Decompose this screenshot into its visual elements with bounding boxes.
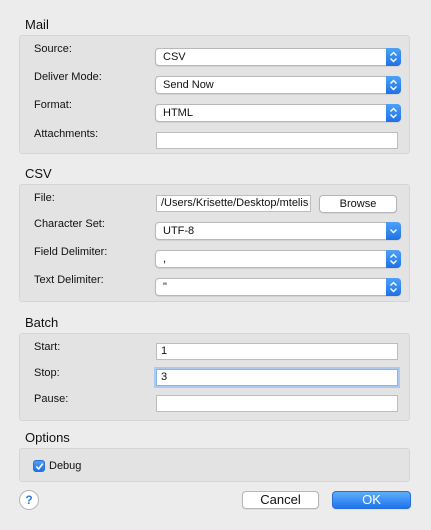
checkmark-icon (35, 463, 44, 471)
section-title-batch: Batch (25, 315, 59, 330)
character-set-select-value: UTF-8 (163, 225, 195, 237)
chevron-down-icon (386, 222, 401, 240)
start-field[interactable]: 1 (156, 343, 398, 360)
deliver-mode-select-value: Send Now (163, 79, 214, 91)
field-delimiter-select[interactable]: , (155, 250, 401, 268)
pause-label: Pause: (34, 393, 69, 405)
format-label: Format: (34, 99, 72, 111)
section-title-options: Options (25, 430, 70, 445)
source-select-value: CSV (163, 51, 186, 63)
file-path-field[interactable]: /Users/Krisette/Desktop/mtelis (156, 195, 311, 212)
deliver-mode-select[interactable]: Send Now (155, 76, 401, 94)
question-mark-icon: ? (25, 493, 33, 507)
browse-button[interactable]: Browse (319, 195, 397, 213)
source-select[interactable]: CSV (155, 48, 401, 66)
character-set-select[interactable]: UTF-8 (155, 222, 401, 240)
up-down-chevron-icon (386, 104, 401, 122)
up-down-chevron-icon (386, 278, 401, 296)
attachments-field[interactable] (156, 132, 398, 149)
source-label: Source: (34, 43, 72, 55)
format-select-value: HTML (163, 107, 193, 119)
file-label: File: (34, 192, 55, 204)
text-delimiter-label: Text Delimiter: (34, 274, 104, 286)
pause-field[interactable] (156, 395, 398, 412)
cancel-button[interactable]: Cancel (242, 491, 319, 509)
field-delimiter-select-value: , (163, 253, 167, 265)
stop-label: Stop: (34, 367, 60, 379)
character-set-label: Character Set: (34, 218, 105, 230)
text-delimiter-select-value: " (163, 281, 167, 293)
start-label: Start: (34, 341, 61, 353)
format-select[interactable]: HTML (155, 104, 401, 122)
attachments-label: Attachments: (34, 128, 99, 140)
up-down-chevron-icon (386, 250, 401, 268)
section-title-mail: Mail (25, 17, 49, 32)
stop-field[interactable]: 3 (156, 369, 398, 386)
up-down-chevron-icon (386, 76, 401, 94)
deliver-mode-label: Deliver Mode: (34, 71, 102, 83)
help-button[interactable]: ? (19, 490, 39, 510)
debug-label: Debug (49, 460, 82, 472)
field-delimiter-label: Field Delimiter: (34, 246, 108, 258)
ok-button[interactable]: OK (332, 491, 411, 509)
up-down-chevron-icon (386, 48, 401, 66)
section-title-csv: CSV (25, 166, 52, 181)
debug-checkbox[interactable] (33, 460, 45, 472)
text-delimiter-select[interactable]: " (155, 278, 401, 296)
